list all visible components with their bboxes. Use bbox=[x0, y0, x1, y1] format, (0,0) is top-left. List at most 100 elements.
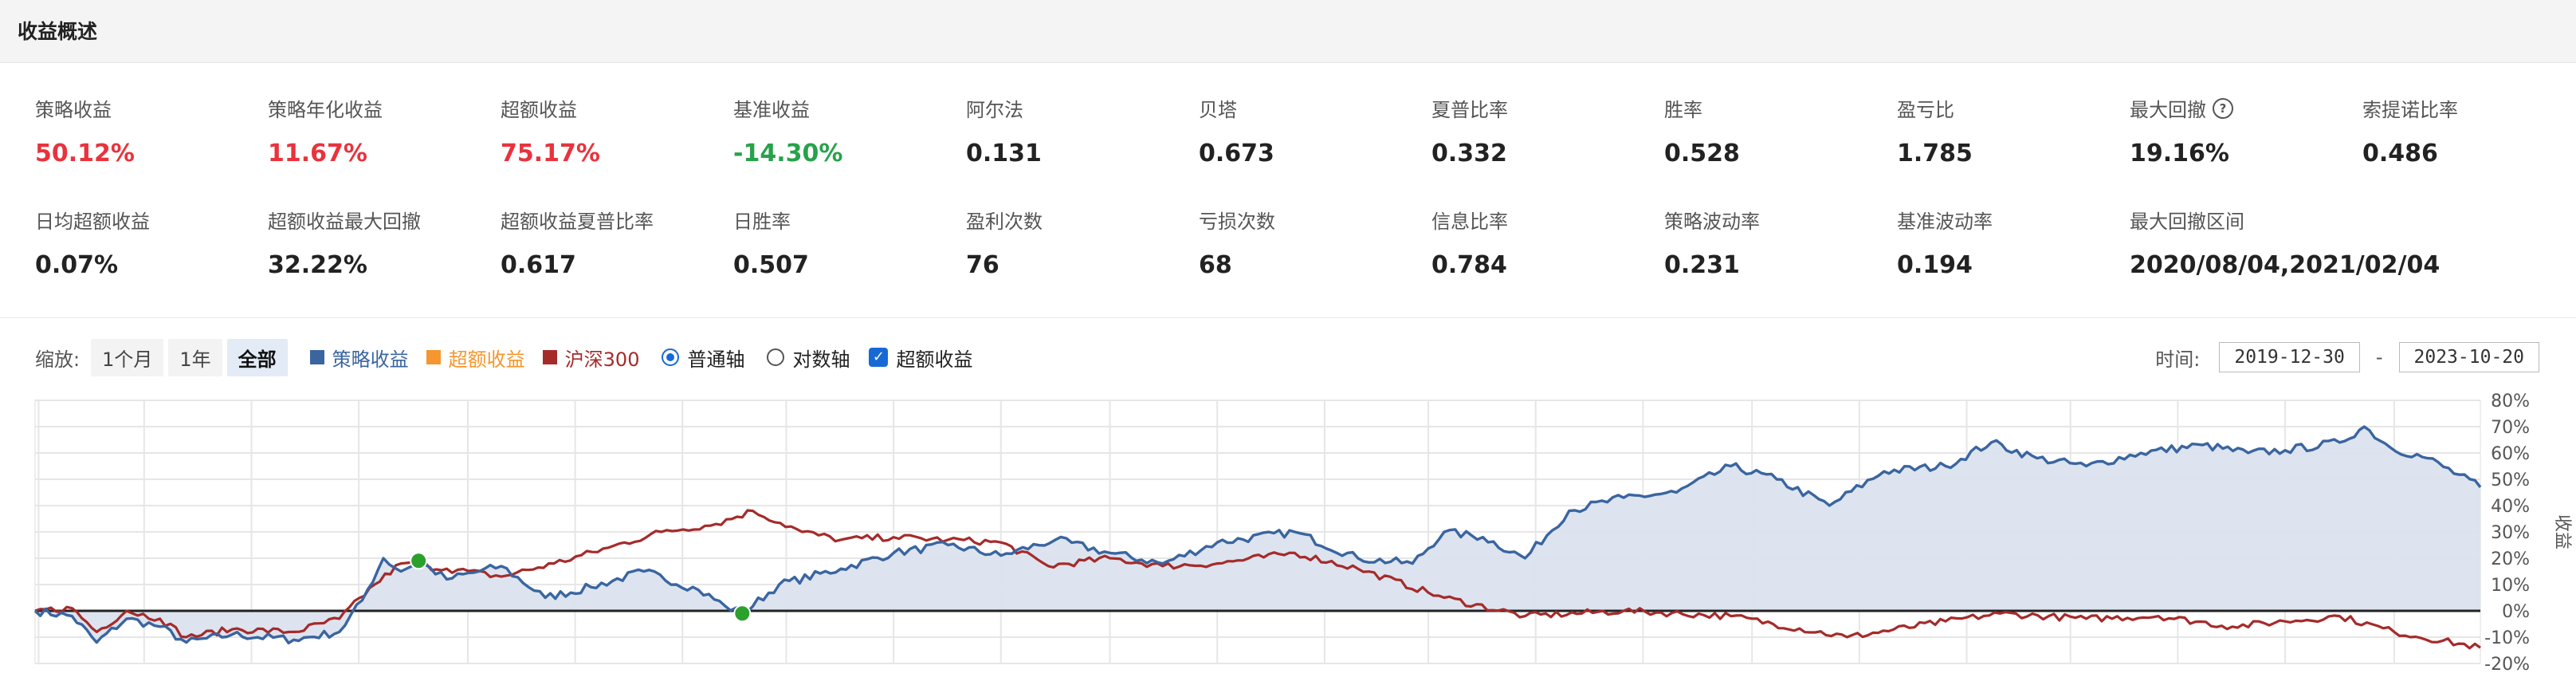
y-tick-label: 30% bbox=[2491, 523, 2530, 543]
drawdown-end-marker bbox=[733, 604, 752, 623]
metric-2-1: 日均超额收益 0.07% bbox=[35, 206, 150, 279]
drawdown-start-marker bbox=[410, 552, 428, 570]
excess-return-checkbox[interactable]: ✓ bbox=[869, 348, 889, 367]
metric-label: 日均超额收益 bbox=[35, 206, 150, 234]
legend-strategy-swatch bbox=[309, 350, 324, 364]
metric-2-8: 策略波动率 0.231 bbox=[1664, 206, 1760, 279]
zoom-all-button[interactable]: 全部 bbox=[226, 338, 288, 376]
metric-label: 贝塔 bbox=[1199, 94, 1274, 122]
end-date-input[interactable]: 2023-10-20 bbox=[2398, 342, 2539, 372]
metric-value: 11.67% bbox=[268, 140, 367, 167]
metric-label: 基准波动率 bbox=[1897, 206, 1993, 234]
legend-excess-label: 超额收益 bbox=[448, 348, 525, 371]
metric-label: 阿尔法 bbox=[966, 94, 1042, 122]
metric-label-text: 亏损次数 bbox=[1199, 211, 1275, 233]
y-axis-label: 收益 bbox=[2552, 514, 2572, 549]
metric-label-text: 盈亏比 bbox=[1897, 99, 1954, 121]
metric-label: 胜率 bbox=[1664, 94, 1740, 122]
metric-1-7: 夏普比率 0.332 bbox=[1431, 94, 1508, 167]
time-label: 时间: bbox=[2155, 348, 2201, 371]
metric-1-3: 超额收益 75.17% bbox=[501, 94, 600, 167]
metric-value: 0.332 bbox=[1431, 140, 1507, 167]
zoom-1month-button[interactable]: 1个月 bbox=[91, 338, 164, 376]
excess-return-label: 超额收益 bbox=[896, 348, 973, 371]
metric-2-4: 日胜率 0.507 bbox=[733, 206, 809, 279]
y-tick-label: 0% bbox=[2502, 602, 2530, 622]
legend-benchmark-swatch bbox=[542, 350, 557, 364]
metric-1-11: 索提诺比率 0.486 bbox=[2362, 94, 2458, 167]
metric-value: 1.785 bbox=[1897, 140, 1973, 167]
metric-1-1: 策略收益 50.12% bbox=[35, 94, 135, 167]
question-circle-icon[interactable]: ? bbox=[2213, 97, 2233, 119]
metric-2-5: 盈利次数 76 bbox=[966, 206, 1043, 279]
y-tick-label: 50% bbox=[2491, 470, 2530, 490]
metric-label: 超额收益夏普比率 bbox=[501, 206, 654, 234]
zoom-label: 缩放: bbox=[35, 348, 80, 371]
normal-axis-radio[interactable] bbox=[662, 348, 680, 366]
start-date-input[interactable]: 2019-12-30 bbox=[2219, 342, 2360, 372]
metric-1-6: 贝塔 0.673 bbox=[1199, 94, 1274, 167]
legend-strategy-label: 策略收益 bbox=[332, 348, 409, 371]
date-separator: - bbox=[2375, 346, 2383, 368]
metric-label: 超额收益最大回撤 bbox=[268, 206, 421, 234]
metric-label: 最大回撤区间 bbox=[2130, 206, 2440, 234]
metric-label: 盈利次数 bbox=[966, 206, 1043, 234]
metric-label: 日胜率 bbox=[733, 206, 809, 234]
metric-label-text: 策略波动率 bbox=[1664, 211, 1760, 233]
legend-excess-swatch bbox=[426, 350, 441, 364]
y-tick-label: 70% bbox=[2491, 418, 2530, 438]
metric-label-text: 策略年化收益 bbox=[268, 99, 383, 121]
page: 收益概述 策略收益 50.12% 策略年化收益 11.67% 超额收益 75.17% 基准收… bbox=[0, 0, 2576, 689]
legend-excess[interactable]: 超额收益 bbox=[426, 344, 525, 372]
normal-axis-label: 普通轴 bbox=[687, 348, 745, 371]
zoom-1year-button[interactable]: 1年 bbox=[168, 338, 222, 376]
chart-controls: 缩放: 1个月 1年 全部 策略收益 超额收益 沪深300 普通轴 对数轴 ✓ … bbox=[35, 338, 973, 376]
metric-value: 0.673 bbox=[1199, 140, 1274, 167]
metric-label: 信息比率 bbox=[1431, 206, 1508, 234]
metric-value: 68 bbox=[1199, 251, 1232, 279]
legend-benchmark[interactable]: 沪深300 bbox=[542, 344, 639, 372]
metric-value: 0.07% bbox=[35, 251, 119, 279]
header-bar: 收益概述 bbox=[0, 0, 2576, 63]
divider bbox=[0, 317, 2576, 318]
metric-value: 0.486 bbox=[2362, 140, 2438, 167]
metric-value: 0.231 bbox=[1664, 251, 1740, 279]
metric-value: 0.617 bbox=[501, 251, 576, 279]
metric-value: 0.507 bbox=[733, 251, 809, 279]
metric-label-text: 基准波动率 bbox=[1897, 211, 1993, 233]
metric-2-3: 超额收益夏普比率 0.617 bbox=[501, 206, 654, 279]
metric-value: 75.17% bbox=[501, 140, 600, 167]
log-axis-radio[interactable] bbox=[767, 348, 785, 366]
metric-label: 超额收益 bbox=[501, 94, 600, 122]
metric-value: 0.131 bbox=[966, 140, 1042, 167]
returns-chart[interactable]: 80% 70% 60% 50% 40% 30% 20% 10% 0% -10% -20% 收益 bbox=[0, 392, 2576, 689]
metric-label-text: 基准收益 bbox=[733, 99, 810, 121]
metric-label-text: 胜率 bbox=[1664, 99, 1702, 121]
metric-2-7: 信息比率 0.784 bbox=[1431, 206, 1508, 279]
metric-label: 基准收益 bbox=[733, 94, 842, 122]
metric-label: 最大回撤? bbox=[2130, 94, 2233, 122]
metric-label: 索提诺比率 bbox=[2362, 94, 2458, 122]
log-axis-label: 对数轴 bbox=[792, 348, 850, 371]
y-tick-label: 20% bbox=[2491, 549, 2530, 569]
legend-strategy[interactable]: 策略收益 bbox=[309, 344, 409, 372]
y-tick-label: 10% bbox=[2491, 576, 2530, 596]
metric-label-text: 盈利次数 bbox=[966, 211, 1043, 233]
metric-label: 亏损次数 bbox=[1199, 206, 1275, 234]
metric-2-9: 基准波动率 0.194 bbox=[1897, 206, 1993, 279]
metric-value: 0.194 bbox=[1897, 251, 1973, 279]
y-tick-label: -20% bbox=[2484, 655, 2530, 675]
metric-label-text: 夏普比率 bbox=[1431, 99, 1508, 121]
time-range: 时间: 2019-12-30 - 2023-10-20 bbox=[2155, 340, 2539, 375]
metric-value: 0.784 bbox=[1431, 251, 1507, 279]
metric-label-text: 超额收益最大回撤 bbox=[268, 211, 421, 233]
metric-label-text: 最大回撤 bbox=[2130, 99, 2206, 121]
metric-label-text: 贝塔 bbox=[1199, 99, 1237, 121]
metric-2-10: 最大回撤区间 2020/08/04,2021/02/04 bbox=[2130, 206, 2440, 279]
metric-label-text: 阿尔法 bbox=[966, 99, 1023, 121]
metric-label-text: 超额收益 bbox=[501, 99, 577, 121]
metric-1-8: 胜率 0.528 bbox=[1664, 94, 1740, 167]
y-tick-label: 60% bbox=[2491, 444, 2530, 464]
page-title: 收益概述 bbox=[18, 20, 98, 43]
metric-label-text: 最大回撤区间 bbox=[2130, 211, 2244, 233]
